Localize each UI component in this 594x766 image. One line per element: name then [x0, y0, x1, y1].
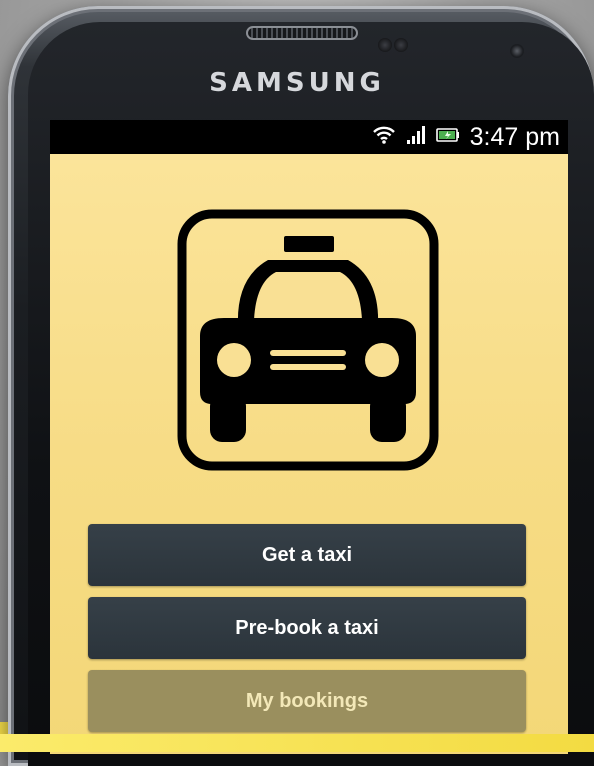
background-stripe-bottom — [0, 734, 594, 752]
signal-icon — [406, 125, 426, 150]
app-screen: Get a taxi Pre-book a taxi My bookings — [50, 154, 568, 754]
proximity-sensor — [378, 38, 392, 52]
device-brand: SAMSUNG — [209, 68, 385, 98]
status-time: 3:47 pm — [469, 122, 560, 151]
front-camera — [510, 44, 524, 58]
battery-icon — [435, 126, 460, 149]
taxi-icon — [176, 208, 440, 472]
prebook-taxi-button[interactable]: Pre-book a taxi — [88, 597, 526, 659]
light-sensor — [394, 38, 408, 52]
speaker-grille — [246, 26, 358, 40]
get-taxi-button[interactable]: Get a taxi — [88, 524, 526, 586]
my-bookings-button[interactable]: My bookings — [88, 670, 526, 732]
wifi-icon — [372, 125, 396, 150]
status-bar: 3:47 pm — [50, 120, 568, 154]
